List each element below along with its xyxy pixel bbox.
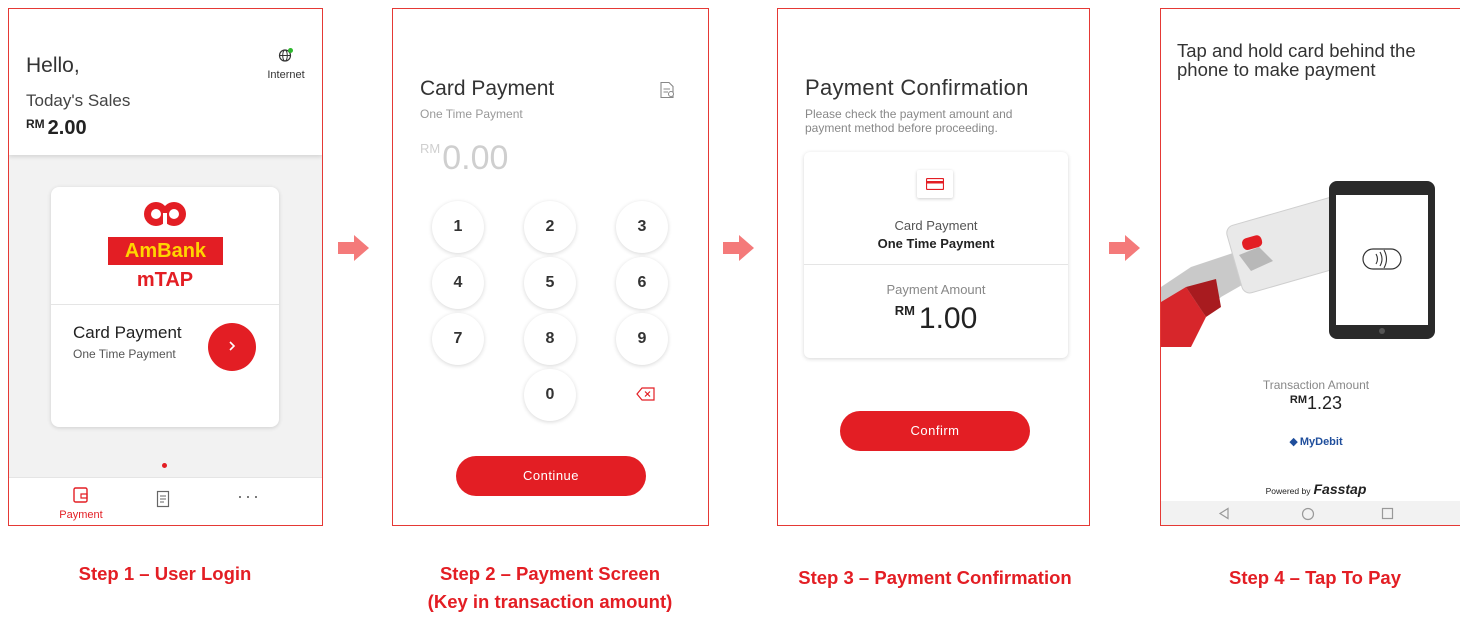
transaction-amount: RM1.23	[1161, 393, 1460, 414]
amount-value: 0.00	[442, 139, 509, 177]
mydebit-logo: ◆ MyDebit	[1161, 435, 1460, 448]
key-4[interactable]: 4	[432, 257, 484, 309]
screen-tap-to-pay: Tap and hold card behind the phone to ma…	[1160, 8, 1460, 526]
nav-receipt[interactable]	[156, 490, 170, 513]
amount-currency: RM	[420, 141, 441, 156]
key-3[interactable]: 3	[616, 201, 668, 253]
mydebit-icon: ◆	[1289, 436, 1298, 448]
bottom-nav: Payment ···	[9, 477, 322, 525]
sales-currency: RM	[26, 117, 45, 131]
backspace-icon[interactable]	[636, 387, 656, 406]
credit-card-icon	[917, 170, 953, 198]
key-6[interactable]: 6	[616, 257, 668, 309]
caption-step3: Step 3 – Payment Confirmation	[798, 567, 1072, 588]
card-payment-subtitle: One Time Payment	[73, 347, 176, 361]
amount-currency: RM	[1289, 394, 1308, 406]
nav-payment[interactable]: Payment	[53, 486, 109, 521]
receipt-icon	[156, 490, 170, 508]
chevron-right-icon	[229, 341, 236, 351]
ambank-logo-icon	[144, 202, 186, 226]
page-title: Payment Confirmation	[805, 75, 1029, 100]
ambank-logo-area: AmBank mTAP	[51, 187, 279, 305]
page-title: Card Payment	[420, 77, 555, 100]
key-1[interactable]: 1	[432, 201, 484, 253]
confirm-button[interactable]: Confirm	[840, 411, 1030, 451]
caption-step2-line2: (Key in transaction amount)	[427, 591, 673, 612]
more-icon[interactable]: ···	[237, 486, 261, 507]
key-7[interactable]: 7	[432, 313, 484, 365]
caption-step1: Step 1 – User Login	[78, 563, 252, 584]
key-5[interactable]: 5	[524, 257, 576, 309]
screen-user-login: Hello, Today's Sales RM 2.00 Internet Am…	[8, 8, 323, 526]
internet-label: Internet	[267, 69, 305, 81]
main-area: AmBank mTAP Card Payment One Time Paymen…	[9, 155, 322, 477]
go-button[interactable]	[208, 323, 256, 371]
mydebit-text: MyDebit	[1299, 436, 1343, 448]
key-8[interactable]: 8	[524, 313, 576, 365]
amount-value: 1.00	[918, 302, 978, 335]
continue-button[interactable]: Continue	[456, 456, 646, 496]
screen-payment: Card Payment One Time Payment RM0.00 1 2…	[392, 8, 709, 526]
key-2[interactable]: 2	[524, 201, 576, 253]
arrow-right-icon	[338, 235, 369, 261]
document-icon[interactable]	[659, 81, 675, 104]
key-9[interactable]: 9	[616, 313, 668, 365]
payment-method-label: Card Payment	[894, 218, 978, 233]
page-subtitle: Please check the payment amount and paym…	[805, 107, 1013, 135]
payment-icon	[73, 487, 88, 503]
ambank-logo-text: AmBank	[108, 237, 223, 265]
powered-prefix: Powered by	[1265, 486, 1311, 496]
fasstap-logo: Fasstap	[1313, 481, 1367, 497]
tap-card-illustration	[1161, 181, 1435, 347]
home-icon[interactable]	[1301, 507, 1315, 521]
payment-method-type: One Time Payment	[877, 236, 995, 251]
recent-apps-icon[interactable]	[1381, 507, 1394, 520]
payment-amount-label: Payment Amount	[886, 282, 986, 297]
internet-status: Internet	[259, 47, 313, 81]
amount-currency: RM	[894, 303, 915, 318]
arrow-right-icon	[723, 235, 754, 261]
payment-amount: RM 1.00	[804, 302, 1068, 336]
page-subtitle: One Time Payment	[420, 107, 523, 121]
page-indicator	[162, 463, 167, 468]
nav-payment-label: Payment	[59, 509, 103, 521]
greeting: Hello,	[26, 54, 80, 77]
header-panel: Hello, Today's Sales RM 2.00 Internet	[9, 9, 322, 155]
confirmation-card: Card Payment One Time Payment Payment Am…	[804, 152, 1068, 358]
instruction-text: Tap and hold card behind the phone to ma…	[1177, 40, 1416, 80]
powered-by: Powered by Fasstap	[1161, 481, 1460, 497]
arrow-right-icon	[1109, 235, 1140, 261]
card-payment-tile[interactable]: AmBank mTAP Card Payment One Time Paymen…	[51, 187, 279, 427]
globe-icon	[278, 48, 293, 62]
card-payment-title: Card Payment	[73, 323, 182, 342]
amount-value: 1.23	[1307, 393, 1343, 413]
amount-display: RM0.00	[420, 139, 508, 178]
transaction-amount-label: Transaction Amount	[1262, 378, 1370, 392]
key-0[interactable]: 0	[524, 369, 576, 421]
caption-step4: Step 4 – Tap To Pay	[1228, 567, 1402, 588]
sales-value: RM 2.00	[26, 117, 87, 140]
sales-amount: 2.00	[47, 117, 87, 139]
sales-label: Today's Sales	[26, 91, 131, 110]
android-nav-bar	[1161, 501, 1460, 525]
screen-payment-confirmation: Payment Confirmation Please check the pa…	[777, 8, 1090, 526]
product-name: mTAP	[136, 269, 194, 291]
caption-step2-line1: Step 2 – Payment Screen	[439, 563, 661, 584]
back-icon[interactable]	[1218, 507, 1230, 520]
divider	[804, 264, 1068, 265]
